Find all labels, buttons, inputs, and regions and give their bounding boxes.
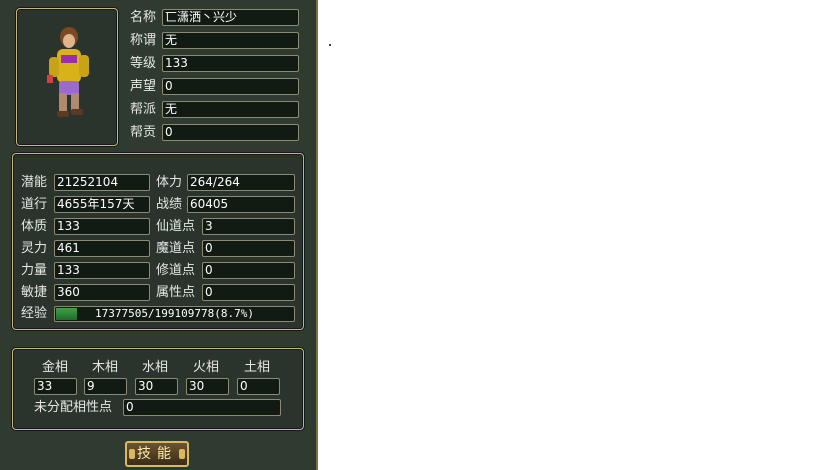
- name-value: 匸潇洒丶兴少: [162, 9, 299, 26]
- agility-value: 360: [54, 284, 150, 301]
- skill-button[interactable]: 技能: [125, 441, 189, 467]
- metal-value: 33: [34, 378, 77, 395]
- contribution-value: 0: [162, 124, 299, 141]
- name-label: 名称: [130, 10, 157, 25]
- title-value: 无: [162, 32, 299, 49]
- level-label: 等级: [130, 56, 157, 71]
- constitution-label: 体质: [21, 219, 48, 234]
- title-label: 称谓: [130, 33, 157, 48]
- immortal-points-label: 仙道点: [156, 219, 196, 234]
- dao-value: 4655年157天: [54, 196, 150, 213]
- prestige-label: 声望: [130, 79, 157, 94]
- level-value: 133: [162, 55, 299, 72]
- wood-value: 9: [84, 378, 127, 395]
- immortal-points-value: 3: [202, 218, 295, 235]
- merit-value: 60405: [187, 196, 295, 213]
- demon-points-label: 魔道点: [156, 241, 196, 256]
- water-value: 30: [135, 378, 178, 395]
- merit-label: 战绩: [156, 197, 183, 212]
- potential-label: 潜能: [21, 175, 48, 190]
- fire-value: 30: [186, 378, 229, 395]
- spirit-value: 461: [54, 240, 150, 257]
- stray-dot: [329, 44, 331, 46]
- strength-label: 力量: [21, 263, 48, 278]
- earth-value: 0: [237, 378, 280, 395]
- faction-label: 帮派: [130, 102, 157, 117]
- exp-progress-text: 17377505/199109778(8.7%): [95, 307, 254, 320]
- character-portrait: [47, 27, 89, 117]
- contribution-label: 帮贡: [130, 125, 157, 140]
- cultivation-points-value: 0: [202, 262, 295, 279]
- wood-label: 木相: [92, 360, 119, 375]
- strength-value: 133: [54, 262, 150, 279]
- spirit-label: 灵力: [21, 241, 48, 256]
- exp-label: 经验: [21, 306, 48, 321]
- dao-label: 道行: [21, 197, 48, 212]
- character-panel: 名称 匸潇洒丶兴少 称谓 无 等级 133 声望 0 帮派 无 帮贡 0 潜能 …: [0, 0, 318, 470]
- water-label: 水相: [142, 360, 169, 375]
- attribute-points-value: 0: [202, 284, 295, 301]
- unassigned-points-label: 未分配相性点: [34, 400, 113, 415]
- attribute-points-label: 属性点: [156, 285, 196, 300]
- faction-value: 无: [162, 101, 299, 118]
- potential-value: 21252104: [54, 174, 150, 191]
- constitution-value: 133: [54, 218, 150, 235]
- fire-label: 火相: [193, 360, 220, 375]
- cultivation-points-label: 修道点: [156, 263, 196, 278]
- agility-label: 敏捷: [21, 285, 48, 300]
- stamina-value: 264/264: [187, 174, 295, 191]
- stamina-label: 体力: [156, 175, 183, 190]
- character-portrait-frame: [16, 8, 118, 146]
- metal-label: 金相: [42, 360, 69, 375]
- exp-progress-bar: 17377505/199109778(8.7%): [54, 306, 295, 322]
- earth-label: 土相: [244, 360, 271, 375]
- unassigned-points-value: 0: [123, 399, 281, 416]
- prestige-value: 0: [162, 78, 299, 95]
- demon-points-value: 0: [202, 240, 295, 257]
